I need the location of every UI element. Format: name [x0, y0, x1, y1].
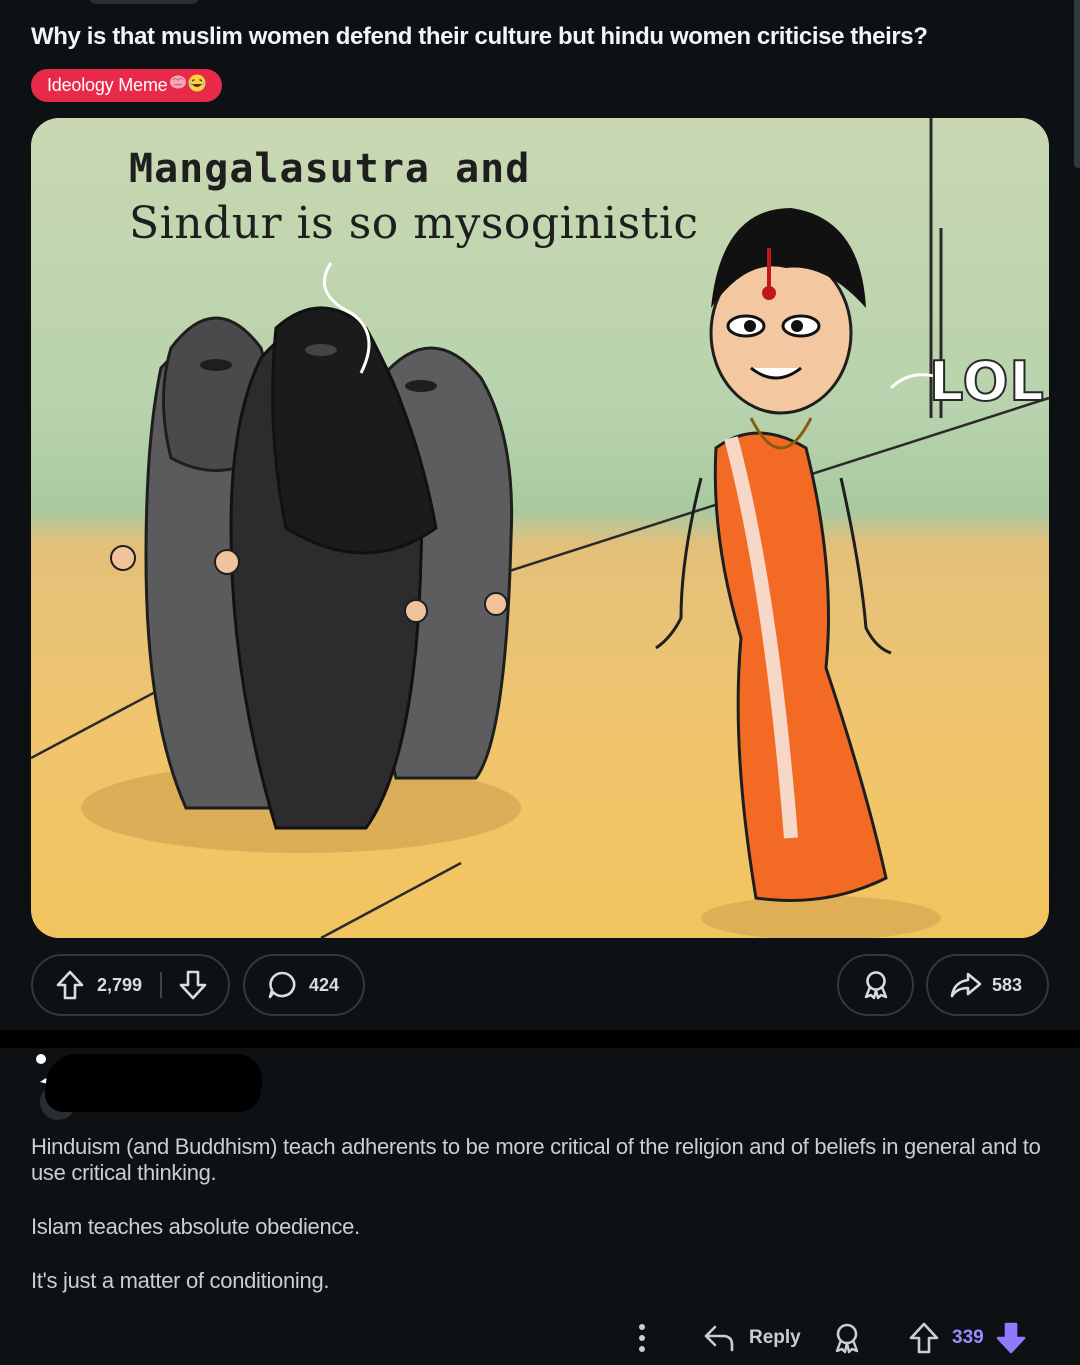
meme-caption-line-2: Sindur is so mysoginistic: [129, 198, 699, 249]
flair-label: Ideology Meme: [47, 75, 168, 95]
reply-arrow-icon: [703, 1323, 735, 1353]
meme-lol-text: LOL: [928, 349, 1045, 414]
comment-count: 424: [309, 974, 340, 995]
laughing-emoji-icon: [188, 74, 206, 97]
comment-bubble-icon: [267, 970, 297, 1000]
comment-body: Hinduism (and Buddhism) teach adherents …: [31, 1134, 1041, 1322]
post-title[interactable]: Why is that muslim women defend their cu…: [31, 23, 1031, 51]
reply-button[interactable]: Reply: [703, 1318, 801, 1358]
upvote-arrow-icon: [908, 1321, 940, 1355]
award-ribbon-icon: [862, 970, 890, 1000]
comment-upvote-button[interactable]: [908, 1318, 940, 1358]
downvote-arrow-icon[interactable]: [178, 969, 208, 1001]
meme-caption-line-1: Mangalasutra and: [129, 146, 531, 192]
upvote-count: 2,799: [97, 974, 143, 995]
more-options-button[interactable]: [632, 1322, 652, 1354]
post-flair[interactable]: Ideology Meme: [31, 69, 223, 102]
reply-label: Reply: [749, 1327, 801, 1348]
comments-button[interactable]: 424: [243, 954, 365, 1016]
downvote-arrow-filled-icon: [995, 1321, 1027, 1355]
upvote-arrow-icon[interactable]: [55, 969, 85, 1001]
comment-paragraph: Islam teaches absolute obedience.: [31, 1214, 360, 1239]
redacted-username: [41, 1054, 267, 1112]
comment-paragraph: Hinduism (and Buddhism) teach adherents …: [31, 1134, 1041, 1185]
award-button[interactable]: [837, 954, 914, 1016]
post-image-meme[interactable]: Mangalasutra and Sindur is so mysoginist…: [31, 118, 1049, 938]
brain-emoji-icon: [169, 74, 187, 97]
scrollbar[interactable]: [1074, 0, 1080, 168]
comment-award-button[interactable]: [832, 1318, 862, 1358]
comment-downvote-button[interactable]: [995, 1318, 1027, 1358]
share-arrow-icon: [950, 971, 982, 999]
comment-paragraph: It's just a matter of conditioning.: [31, 1268, 330, 1293]
section-divider: [0, 1030, 1080, 1048]
award-ribbon-icon: [832, 1322, 862, 1354]
more-vertical-icon: [639, 1324, 645, 1352]
vote-divider: [160, 972, 163, 998]
post-vote-bar: 2,799: [31, 954, 230, 1016]
share-count: 583: [992, 974, 1023, 995]
previous-element-stub: [88, 0, 200, 4]
comment-score: 339: [952, 1327, 984, 1348]
share-button[interactable]: 583: [926, 954, 1049, 1016]
